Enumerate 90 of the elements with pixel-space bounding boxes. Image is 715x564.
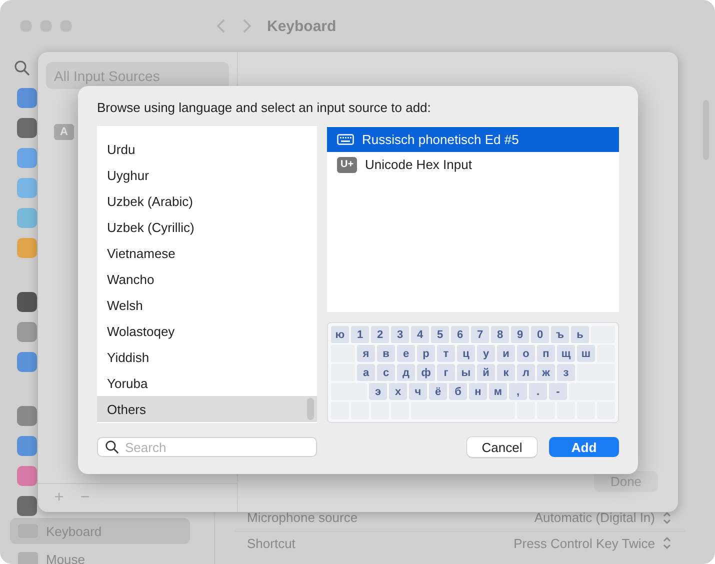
keyboard-key: ч <box>409 383 427 400</box>
forward-icon[interactable] <box>241 18 253 34</box>
app-tile-icon[interactable] <box>17 466 37 486</box>
keyboard-key: ж <box>537 364 555 381</box>
keyboard-icon <box>337 134 354 145</box>
keyboard-key: 9 <box>511 326 529 343</box>
keyboard-key: ы <box>457 364 475 381</box>
app-tile-icon[interactable] <box>17 178 37 198</box>
search-field[interactable]: Search <box>97 437 317 457</box>
keyboard-key: п <box>537 345 555 362</box>
language-item[interactable]: Wolastoqey <box>97 318 303 344</box>
keyboard-key: 3 <box>391 326 409 343</box>
keyboard-key: т <box>437 345 455 362</box>
keyboard-key: и <box>497 345 515 362</box>
keyboard-key: - <box>549 383 567 400</box>
keyboard-key: ц <box>457 345 475 362</box>
dialog-prompt: Browse using language and select an input source to add: <box>97 100 432 117</box>
language-item[interactable]: Welsh <box>97 292 303 318</box>
keyboard-key: с <box>377 364 395 381</box>
keyboard-key: 5 <box>431 326 449 343</box>
back-icon[interactable] <box>215 18 227 34</box>
app-tile-icon[interactable] <box>17 352 37 372</box>
keyboard-key: м <box>489 383 507 400</box>
setting-label: Shortcut <box>247 536 296 550</box>
keyboard-key: ф <box>417 364 435 381</box>
keyboard-key: , <box>509 383 527 400</box>
keyboard-key: о <box>517 345 535 362</box>
scrollbar-thumb[interactable] <box>307 398 314 420</box>
language-item[interactable]: Uzbek (Arabic) <box>97 188 303 214</box>
window-title: Keyboard <box>267 18 336 34</box>
search-icon <box>14 60 30 76</box>
language-item[interactable]: Vietnamese <box>97 240 303 266</box>
keyboard-key: г <box>437 364 455 381</box>
keyboard-key: 1 <box>351 326 369 343</box>
keyboard-key: 8 <box>491 326 509 343</box>
setting-label: Microphone source <box>247 510 358 525</box>
stepper-icon[interactable] <box>661 536 673 550</box>
keyboard-key: р <box>417 345 435 362</box>
keyboard-key: ю <box>331 326 349 343</box>
keyboard-key: щ <box>557 345 575 362</box>
keyboard-key: д <box>397 364 415 381</box>
keyboard-key: й <box>477 364 495 381</box>
app-tile-icon[interactable] <box>17 322 37 342</box>
keyboard-key: а <box>357 364 375 381</box>
keyboard-key: я <box>357 345 375 362</box>
keyboard-key: ь <box>571 326 589 343</box>
keyboard-key: х <box>389 383 407 400</box>
app-tile-icon[interactable] <box>17 88 37 108</box>
app-tile-icon[interactable] <box>17 208 37 228</box>
keyboard-key: э <box>369 383 387 400</box>
keyboard-key: . <box>529 383 547 400</box>
input-badge: A <box>54 124 74 140</box>
app-tile-icon[interactable] <box>17 148 37 168</box>
keyboard-key: ё <box>429 383 447 400</box>
keyboard-key: к <box>497 364 515 381</box>
cancel-button[interactable]: Cancel <box>467 437 537 457</box>
setting-value: Press Control Key Twice <box>514 536 655 550</box>
language-item[interactable]: Uyghur <box>97 162 303 188</box>
keyboard-key: 0 <box>531 326 549 343</box>
keyboard-key: 4 <box>411 326 429 343</box>
app-tile-icon[interactable] <box>17 118 37 138</box>
setting-value: Automatic (Digital In) <box>534 510 655 525</box>
stepper-icon[interactable] <box>661 510 673 524</box>
input-source-item[interactable]: Russisch phonetisch Ed #5 <box>327 127 619 152</box>
language-item[interactable]: Yoruba <box>97 370 303 396</box>
app-tile-icon[interactable] <box>17 406 37 426</box>
keyboard-key: 7 <box>471 326 489 343</box>
app-tile-icon[interactable] <box>17 436 37 456</box>
app-tile-icon[interactable] <box>17 238 37 258</box>
language-item[interactable]: Wancho <box>97 266 303 292</box>
keyboard-key: ш <box>577 345 595 362</box>
keyboard-key: 6 <box>451 326 469 343</box>
language-item[interactable]: Others <box>97 396 317 422</box>
keyboard-key: 2 <box>371 326 389 343</box>
keyboard-key: л <box>517 364 535 381</box>
language-item[interactable]: Yiddish <box>97 344 303 370</box>
keyboard-key: ъ <box>551 326 569 343</box>
app-tile-icon[interactable] <box>17 292 37 312</box>
app-tile-icon[interactable] <box>17 496 37 516</box>
keyboard-key: н <box>469 383 487 400</box>
keyboard-key: з <box>557 364 575 381</box>
language-item[interactable]: Urdu <box>97 136 303 162</box>
keyboard-key: в <box>377 345 395 362</box>
add-button[interactable]: Add <box>549 437 619 457</box>
keyboard-key: у <box>477 345 495 362</box>
keyboard-key: б <box>449 383 467 400</box>
keyboard-key: е <box>397 345 415 362</box>
input-source-item[interactable]: U+ Unicode Hex Input <box>327 152 619 177</box>
input-badge: U+ <box>337 156 357 172</box>
language-item[interactable]: Uzbek (Cyrillic) <box>97 214 303 240</box>
